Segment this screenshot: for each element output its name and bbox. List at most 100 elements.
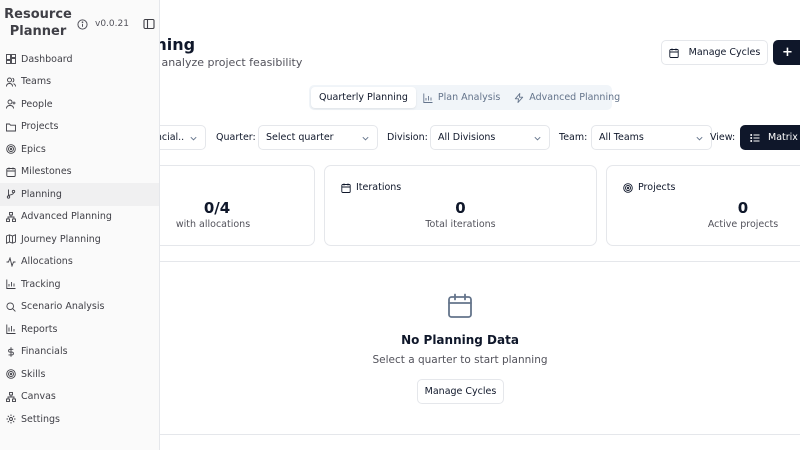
app-brand: Resource Planner bbox=[4, 7, 72, 39]
users-icon bbox=[6, 77, 16, 87]
target-icon bbox=[6, 369, 16, 380]
view-value: Matrix bbox=[768, 132, 798, 143]
sidebar-item-label: Epics bbox=[21, 143, 46, 155]
bar-chart-icon bbox=[6, 324, 16, 335]
empty-state-title: No Planning Data bbox=[401, 333, 519, 347]
sidebar-item-label: Scenario Analysis bbox=[21, 301, 105, 313]
sidebar-item-label: Tracking bbox=[21, 278, 61, 290]
financial-select[interactable]: ancial.. bbox=[160, 125, 206, 150]
target-icon bbox=[623, 182, 633, 193]
stat-title: Projects bbox=[638, 182, 676, 193]
stat-card-allocations: 0/4 with allocations bbox=[160, 165, 315, 246]
sidebar-item-tracking[interactable]: Tracking bbox=[0, 273, 159, 296]
page-subtitle: nd analyze project feasibility bbox=[160, 56, 303, 69]
main-content: nning nd analyze project feasibility Man… bbox=[160, 0, 800, 450]
activity-icon bbox=[6, 256, 16, 267]
manage-cycles-label: Manage Cycles bbox=[688, 47, 761, 58]
network-icon bbox=[6, 391, 16, 402]
folder-icon bbox=[6, 123, 16, 132]
sidebar-item-label: Projects bbox=[21, 121, 59, 133]
chevron-down-icon bbox=[190, 136, 197, 141]
select-value: ancial.. bbox=[160, 132, 185, 143]
sidebar-item-allocations[interactable]: Allocations bbox=[0, 251, 159, 274]
sidebar-item-label: Journey Planning bbox=[21, 233, 101, 245]
calendar-icon bbox=[6, 167, 16, 177]
tab-advanced-planning[interactable]: Advanced Planning bbox=[507, 87, 627, 108]
sidebar-item-advanced-planning[interactable]: Advanced Planning bbox=[0, 206, 159, 229]
sidebar-item-people[interactable]: People bbox=[0, 93, 159, 116]
list-icon bbox=[750, 133, 760, 142]
sidebar-item-label: Planning bbox=[21, 188, 62, 200]
stat-value: 0 bbox=[455, 199, 466, 217]
calendar-icon bbox=[448, 293, 472, 318]
sidebar-item-label: Settings bbox=[21, 413, 60, 425]
sidebar-item-settings[interactable]: Settings bbox=[0, 408, 159, 431]
app-window: Resource Planner v0.0.21 Dashboard Teams… bbox=[0, 0, 800, 450]
stat-subtitle: with allocations bbox=[175, 219, 251, 230]
sidebar-item-label: Canvas bbox=[21, 391, 56, 403]
stat-card-iterations: Iterations 0 Total iterations bbox=[324, 165, 597, 246]
team-select[interactable]: All Teams bbox=[591, 125, 712, 150]
quarter-label: Quarter: bbox=[216, 132, 256, 143]
map-icon bbox=[6, 234, 16, 245]
stat-header: Iterations bbox=[341, 182, 401, 193]
sidebar-item-label: Skills bbox=[21, 368, 46, 380]
view-matrix-button[interactable]: Matrix bbox=[740, 125, 800, 150]
sidebar-toggle-icon[interactable] bbox=[143, 18, 155, 30]
dollar-icon bbox=[8, 347, 14, 357]
user-plus-icon bbox=[6, 99, 16, 109]
quarter-select[interactable]: Select quarter bbox=[258, 125, 378, 150]
dashboard-icon bbox=[6, 54, 16, 65]
sidebar-item-projects[interactable]: Projects bbox=[0, 116, 159, 139]
add-button[interactable]: + bbox=[773, 40, 800, 65]
tab-plan-analysis[interactable]: Plan Analysis bbox=[416, 87, 507, 108]
version-label: v0.0.21 bbox=[95, 19, 129, 29]
stat-value: 0 bbox=[737, 199, 749, 217]
manage-cycles-button[interactable]: Manage Cycles bbox=[661, 40, 768, 65]
search-icon bbox=[6, 302, 16, 312]
sidebar-item-label: Dashboard bbox=[21, 53, 73, 65]
stat-subtitle: Active projects bbox=[707, 219, 779, 230]
division-label: Division: bbox=[387, 132, 428, 143]
stat-card-projects: Projects 0 Active projects bbox=[606, 165, 800, 246]
tab-label: Plan Analysis bbox=[437, 92, 501, 103]
sidebar-item-label: Reports bbox=[21, 323, 58, 335]
calendar-icon bbox=[669, 48, 679, 58]
sidebar-nav: Dashboard Teams People Projects Epics Mi… bbox=[0, 48, 159, 431]
info-icon[interactable] bbox=[77, 19, 88, 30]
stat-title: Iterations bbox=[356, 182, 402, 193]
sidebar-item-skills[interactable]: Skills bbox=[0, 363, 159, 386]
sidebar-item-label: Financials bbox=[21, 346, 68, 358]
sidebar-item-journey-planning[interactable]: Journey Planning bbox=[0, 228, 159, 251]
sidebar-item-dashboard[interactable]: Dashboard bbox=[0, 48, 159, 71]
sidebar-item-reports[interactable]: Reports bbox=[0, 318, 159, 341]
tab-quarterly-planning[interactable]: Quarterly Planning bbox=[311, 87, 416, 108]
network-icon bbox=[6, 211, 16, 222]
section-divider bbox=[160, 261, 800, 262]
sidebar-item-label: People bbox=[21, 98, 53, 110]
sidebar-item-canvas[interactable]: Canvas bbox=[0, 386, 159, 409]
bar-chart-icon bbox=[6, 279, 16, 290]
sidebar-item-financials[interactable]: Financials bbox=[0, 341, 159, 364]
view-label: View: bbox=[710, 132, 736, 143]
sidebar-item-epics[interactable]: Epics bbox=[0, 138, 159, 161]
planning-tabs: Quarterly Planning Plan Analysis Advance… bbox=[309, 85, 620, 110]
division-select[interactable]: All Divisions bbox=[430, 125, 550, 150]
sidebar-item-scenario-analysis[interactable]: Scenario Analysis bbox=[0, 296, 159, 319]
chevron-down-icon bbox=[696, 136, 703, 141]
manage-cycles-empty-button[interactable]: Manage Cycles bbox=[417, 379, 504, 404]
tab-label: Quarterly Planning bbox=[319, 92, 408, 103]
sidebar-item-planning[interactable]: Planning bbox=[0, 183, 159, 206]
select-value: All Teams bbox=[599, 132, 644, 143]
sidebar-item-teams[interactable]: Teams bbox=[0, 71, 159, 94]
page-title: nning bbox=[160, 35, 196, 54]
gear-icon bbox=[6, 414, 16, 424]
sidebar-item-milestones[interactable]: Milestones bbox=[0, 161, 159, 184]
sidebar-item-label: Milestones bbox=[21, 166, 72, 178]
team-label: Team: bbox=[559, 132, 588, 143]
sidebar-item-label: Advanced Planning bbox=[21, 211, 112, 223]
zap-icon bbox=[515, 92, 524, 103]
git-branch-icon bbox=[6, 189, 16, 199]
tab-label: Advanced Planning bbox=[529, 92, 621, 103]
sidebar-item-label: Allocations bbox=[21, 256, 73, 268]
